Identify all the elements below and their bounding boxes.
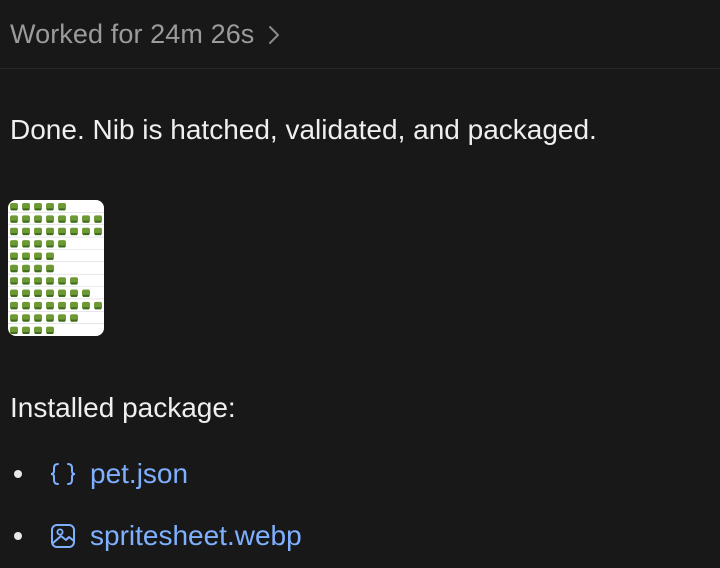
sprite-frame-shadow [59,220,65,223]
sprite-frame-shadow [83,307,89,310]
sprite-frame-shadow [11,319,17,322]
sprite-frame-shadow [23,208,29,211]
sprite-frame-shadow [11,282,17,285]
sprite-frame-shadow [11,257,17,260]
sprite-frame-shadow [71,220,77,223]
sprite-frame-shadow [35,257,41,260]
sprite-frame-shadow [23,294,29,297]
sprite-frame-shadow [47,233,53,236]
sprite-frame-shadow [11,233,17,236]
sprite-frame-shadow [11,208,17,211]
sprite-frame-shadow [23,282,29,285]
sprite-frame-shadow [47,294,53,297]
sprite-frame-shadow [11,245,17,248]
sprite-frame-shadow [23,257,29,260]
sprite-frame-shadow [47,220,53,223]
sprite-frame-shadow [59,282,65,285]
sprite-frame-shadow [23,319,29,322]
sprite-frame-shadow [11,332,17,334]
sprite-frame-shadow [95,220,101,223]
spritesheet-image [8,203,104,334]
json-braces-icon [48,459,78,489]
sprite-frame-shadow [11,220,17,223]
sprite-frame-shadow [83,294,89,297]
spritesheet-thumbnail[interactable] [8,200,104,336]
pet-json-link[interactable]: pet.json [48,458,188,490]
sprite-frame-shadow [23,233,29,236]
installed-package-title: Installed package: [10,392,236,423]
sprite-frame-shadow [11,294,17,297]
sprite-frame-shadow [59,208,65,211]
chevron-right-icon [268,25,280,45]
completion-message: Done. Nib is hatched, validated, and pac… [10,114,597,145]
file-name: pet.json [90,458,189,489]
sprite-frame-shadow [95,307,101,310]
sprite-frame-shadow [35,220,41,223]
sprite-frame-shadow [23,270,29,273]
sprite-frame-shadow [83,233,89,236]
sprite-frame-shadow [35,307,41,310]
sprite-frame-shadow [47,257,53,260]
sprite-frame-shadow [23,307,29,310]
sprite-frame-shadow [47,208,53,211]
sprite-frame-shadow [35,294,41,297]
sprite-frame-shadow [35,270,41,273]
sprite-frame-shadow [59,245,65,248]
sprite-frame-shadow [47,307,53,310]
sprite-frame-shadow [35,332,41,334]
sprite-frame-shadow [59,307,65,310]
sprite-frame-shadow [47,332,53,334]
sprite-frame-shadow [47,270,53,273]
sprite-frame-shadow [47,282,53,285]
sprite-frame-shadow [59,294,65,297]
sprite-frame-shadow [23,332,29,334]
sprite-frame-shadow [47,245,53,248]
sprite-frame-shadow [83,220,89,223]
bullet-icon [14,470,22,478]
worked-time-toggle[interactable]: Worked for 24m 26s [10,16,280,52]
sprite-frame-shadow [35,233,41,236]
spritesheet-webp-link[interactable]: spritesheet.webp [48,520,302,552]
sprite-frame-shadow [35,245,41,248]
sprite-frame-shadow [47,319,53,322]
sprite-frame-shadow [11,270,17,273]
bullet-icon [14,532,22,540]
sprite-frame-shadow [59,319,65,322]
file-name: spritesheet.webp [90,520,302,551]
sprite-frame-shadow [71,233,77,236]
sprite-frame-shadow [35,282,41,285]
sprite-frame-shadow [11,307,17,310]
sprite-frame-shadow [95,233,101,236]
worked-time-label: Worked for 24m 26s [10,18,255,49]
header-divider [0,68,720,69]
sprite-frame-shadow [35,208,41,211]
sprite-frame-shadow [23,220,29,223]
image-file-icon [48,521,78,551]
sprite-frame-shadow [35,319,41,322]
sprite-frame-shadow [59,233,65,236]
sprite-frame-shadow [23,245,29,248]
sprite-frame-shadow [71,307,77,310]
sprite-frame-shadow [71,282,77,285]
sprite-frame-shadow [71,319,77,322]
sprite-frame-shadow [71,294,77,297]
